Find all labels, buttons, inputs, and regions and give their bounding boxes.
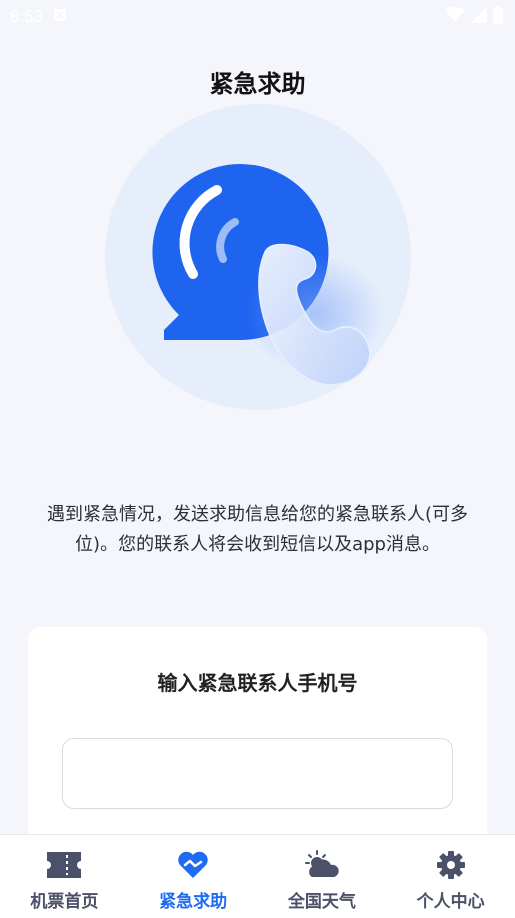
battery-icon [493, 5, 503, 29]
tab-weather[interactable]: 全国天气 [258, 835, 387, 918]
bottom-tab-bar: 机票首页 紧急求助 全国天气 个人中心 [0, 834, 515, 918]
status-right [445, 5, 503, 29]
phone-number-input[interactable] [62, 738, 453, 809]
gear-icon [433, 849, 469, 881]
emergency-call-bubble-icon [105, 104, 411, 410]
card-title: 输入紧急联系人手机号 [157, 671, 358, 695]
heart-hands-icon [175, 849, 211, 881]
status-left: 8:53 [10, 7, 67, 27]
tab-flight-home[interactable]: 机票首页 [0, 835, 129, 918]
signal-icon [471, 6, 487, 28]
tab-label: 全国天气 [287, 892, 356, 912]
tab-label: 机票首页 [30, 892, 99, 912]
tab-label: 紧急求助 [159, 892, 228, 912]
wifi-icon [445, 6, 465, 28]
ticket-icon [46, 849, 82, 881]
status-bar: 8:53 [0, 0, 515, 34]
tab-label: 个人中心 [416, 892, 485, 912]
tab-profile[interactable]: 个人中心 [386, 835, 515, 918]
tab-emergency[interactable]: 紧急求助 [129, 835, 258, 918]
status-time: 8:53 [10, 7, 44, 26]
page-title: 紧急求助 [209, 70, 306, 98]
description-text: 遇到紧急情况，发送求助信息给您的紧急联系人(可多位)。您的联系人将会收到短信以及… [46, 504, 469, 555]
weather-icon [304, 849, 340, 881]
notification-icon [53, 7, 67, 27]
